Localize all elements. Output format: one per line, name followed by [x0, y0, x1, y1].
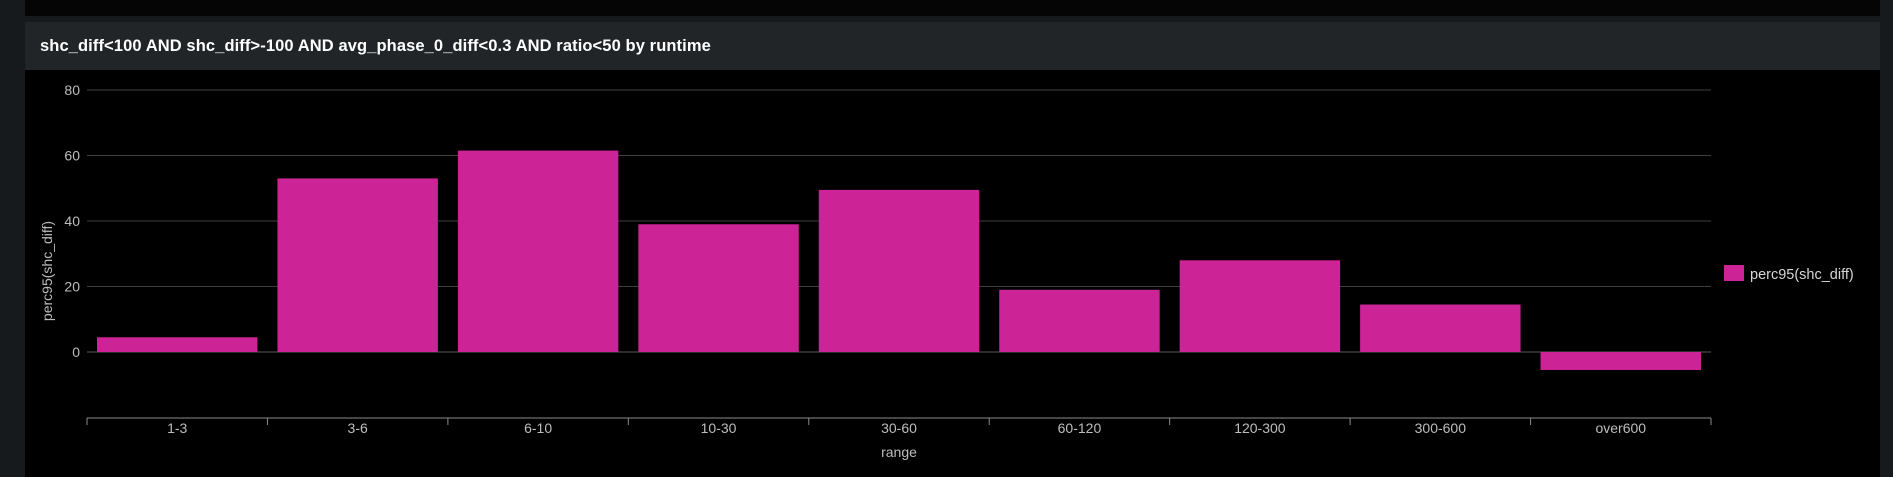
x-axis-label: range [881, 444, 917, 460]
bar-6-10[interactable] [457, 150, 619, 352]
bar-10-30[interactable] [638, 224, 799, 352]
bar-60-120[interactable] [999, 289, 1160, 352]
bar-over600[interactable] [1540, 352, 1701, 371]
legend-swatch [1724, 265, 1744, 281]
x-tick-label: 6-10 [524, 420, 552, 436]
x-tick-label: 60-120 [1058, 420, 1102, 436]
x-tick-label: 120-300 [1234, 420, 1286, 436]
bar-3-6[interactable] [277, 178, 438, 352]
x-tick-label: over600 [1595, 420, 1646, 436]
x-tick-label: 3-6 [348, 420, 368, 436]
y-axis-ticks: 0 20 40 60 80 [64, 82, 80, 360]
y-tick-label: 80 [64, 82, 80, 98]
y-tick-label: 60 [64, 148, 80, 164]
y-tick-label: 40 [64, 213, 80, 229]
x-tick-label: 10-30 [701, 420, 737, 436]
x-tick-label: 30-60 [881, 420, 917, 436]
y-tick-label: 20 [64, 279, 80, 295]
bar-120-300[interactable] [1179, 260, 1341, 352]
x-tick-label: 1-3 [167, 420, 187, 436]
y-tick-label: 0 [72, 344, 80, 360]
x-tick-label: 300-600 [1415, 420, 1467, 436]
x-axis: 1-3 3-6 6-10 10-30 30-60 60-120 120-300 300-600… [86, 417, 1712, 436]
bar-300-600[interactable] [1360, 304, 1521, 352]
legend-label: perc95(shc_diff) [1750, 267, 1854, 283]
bar-1-3[interactable] [97, 337, 258, 352]
y-axis-label: perc95(shc_diff) [39, 221, 55, 321]
bars [97, 150, 1701, 371]
bar-chart: 0 20 40 60 80 1-3 3-6 6-10 10-30 30-60 60-120 120-… [39, 82, 1854, 460]
legend[interactable]: perc95(shc_diff) [1724, 265, 1854, 283]
bar-30-60[interactable] [818, 189, 980, 352]
